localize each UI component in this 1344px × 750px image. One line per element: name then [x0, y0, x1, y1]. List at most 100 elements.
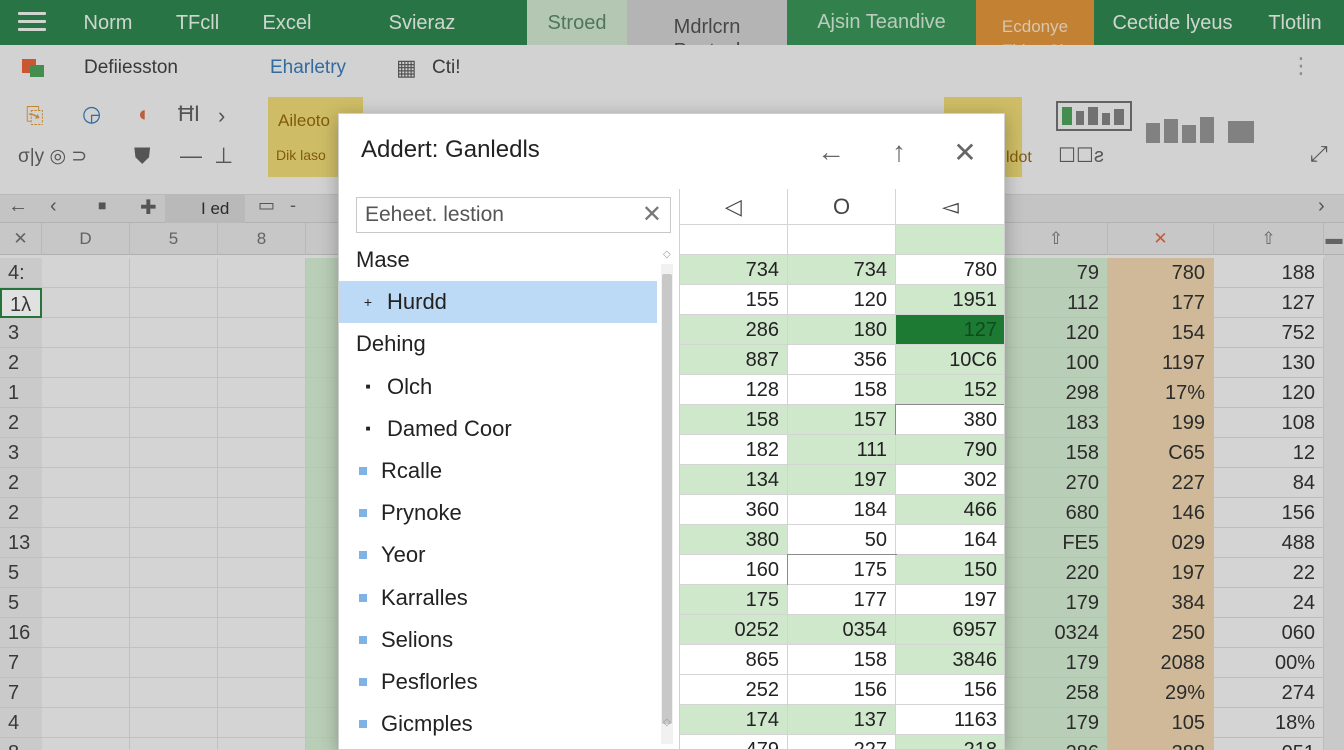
cell[interactable]: 060: [1214, 618, 1324, 648]
cell[interactable]: 780: [1108, 258, 1214, 288]
scrollbar-thumb[interactable]: [662, 274, 672, 724]
preview-cell[interactable]: 152: [896, 375, 1004, 405]
cell[interactable]: [306, 708, 338, 738]
cell[interactable]: [130, 648, 218, 678]
field-list-item[interactable]: Prynoke: [339, 492, 657, 534]
column-header[interactable]: 5: [130, 223, 218, 255]
cell[interactable]: 274: [1214, 678, 1324, 708]
chart-thumbnail-icon[interactable]: [1056, 101, 1132, 137]
dot-icon[interactable]: ■: [98, 197, 106, 213]
menu-item-10[interactable]: Tlotlin: [1255, 0, 1335, 45]
preview-cell[interactable]: 865: [680, 645, 788, 675]
cell[interactable]: 158: [1005, 438, 1108, 468]
preview-cell[interactable]: 6957: [896, 615, 1004, 645]
preview-cell[interactable]: 160: [680, 555, 788, 585]
field-list-item[interactable]: Mase: [339, 239, 657, 281]
preview-cell[interactable]: 175: [787, 554, 897, 586]
cell[interactable]: [42, 288, 130, 318]
row-number[interactable]: 7: [0, 648, 42, 678]
cell[interactable]: [306, 738, 338, 750]
cell[interactable]: 197: [1108, 558, 1214, 588]
cell[interactable]: FE5: [1005, 528, 1108, 558]
cell[interactable]: [130, 348, 218, 378]
cell[interactable]: [130, 588, 218, 618]
hamburger-menu-icon[interactable]: [18, 9, 46, 33]
cell[interactable]: 179: [1005, 648, 1108, 678]
cell[interactable]: [42, 258, 130, 288]
preview-cell[interactable]: 3846: [896, 645, 1004, 675]
preview-cell[interactable]: 479: [680, 735, 788, 749]
cell[interactable]: [306, 438, 338, 468]
preview-cell[interactable]: 50: [788, 525, 896, 555]
column-header[interactable]: D: [42, 223, 130, 255]
defaults-label[interactable]: Defiiesston: [84, 57, 178, 79]
cell[interactable]: 00%: [1214, 648, 1324, 678]
sheet-vertical-scrollbar[interactable]: [1324, 255, 1344, 750]
cell[interactable]: 146: [1108, 498, 1214, 528]
preview-cell[interactable]: 360: [680, 495, 788, 525]
cell[interactable]: [130, 288, 218, 318]
cell[interactable]: [42, 438, 130, 468]
field-list-item[interactable]: ■ Olch: [339, 366, 657, 408]
row-number[interactable]: 5: [0, 588, 42, 618]
menu-item-4[interactable]: Svieraz: [372, 0, 472, 45]
field-list-item[interactable]: ■ Damed Coor: [339, 408, 657, 450]
field-list-item[interactable]: Rcalle: [339, 450, 657, 492]
insert-function-icon[interactable]: ✚: [140, 195, 157, 220]
preview-cell[interactable]: 0354: [788, 615, 896, 645]
preview-cell[interactable]: 158: [788, 645, 896, 675]
preview-cell[interactable]: [788, 225, 896, 255]
minus-small-icon[interactable]: ‐: [290, 195, 296, 216]
cell[interactable]: [42, 558, 130, 588]
cell[interactable]: [130, 438, 218, 468]
preview-cell[interactable]: 790: [896, 435, 1004, 465]
row-number[interactable]: 2: [0, 498, 42, 528]
cell[interactable]: [306, 528, 338, 558]
cell[interactable]: [130, 468, 218, 498]
cell[interactable]: [218, 618, 306, 648]
cell[interactable]: 79: [1005, 258, 1108, 288]
preview-cell[interactable]: 1163: [896, 705, 1004, 735]
preview-cell[interactable]: 10C6: [896, 345, 1004, 375]
cell[interactable]: [218, 708, 306, 738]
name-box[interactable]: I ed: [165, 195, 245, 223]
cell[interactable]: 130: [1214, 348, 1324, 378]
back-arrow-icon[interactable]: ←: [811, 132, 851, 172]
cell[interactable]: 286: [1005, 738, 1108, 750]
cell[interactable]: 183: [1005, 408, 1108, 438]
cell[interactable]: [42, 738, 130, 750]
select-all-corner[interactable]: ✕: [0, 223, 42, 255]
preview-cell[interactable]: 227: [788, 735, 896, 749]
cell[interactable]: 22: [1214, 558, 1324, 588]
preview-cell[interactable]: 157: [788, 405, 896, 435]
cell[interactable]: [306, 288, 338, 318]
cell[interactable]: 156: [1214, 498, 1324, 528]
menu-item-1[interactable]: Norm: [68, 0, 148, 45]
row-number[interactable]: 2: [0, 468, 42, 498]
cell[interactable]: [42, 588, 130, 618]
cell[interactable]: [218, 378, 306, 408]
cell[interactable]: 752: [1214, 318, 1324, 348]
cell[interactable]: 100: [1005, 348, 1108, 378]
preview-cell[interactable]: 184: [788, 495, 896, 525]
preview-cell[interactable]: 734: [680, 255, 788, 285]
column-header[interactable]: ⇧: [1005, 223, 1108, 255]
cell[interactable]: [218, 588, 306, 618]
row-number[interactable]: 2: [0, 408, 42, 438]
preview-cell[interactable]: 137: [788, 705, 896, 735]
cell[interactable]: [306, 558, 338, 588]
cell[interactable]: [306, 318, 338, 348]
cell[interactable]: [306, 348, 338, 378]
up-arrow-icon[interactable]: ↑: [879, 132, 919, 172]
cell[interactable]: [42, 348, 130, 378]
cell[interactable]: [130, 618, 218, 648]
cell[interactable]: [218, 738, 306, 750]
cell[interactable]: [130, 708, 218, 738]
cell[interactable]: [130, 528, 218, 558]
row-number[interactable]: 5: [0, 558, 42, 588]
cell[interactable]: 12: [1214, 438, 1324, 468]
column-header[interactable]: ✕: [1108, 223, 1214, 255]
checkboxes-icon[interactable]: ☐☐ƨ: [1058, 143, 1104, 168]
cell[interactable]: 24: [1214, 588, 1324, 618]
cell[interactable]: 120: [1005, 318, 1108, 348]
